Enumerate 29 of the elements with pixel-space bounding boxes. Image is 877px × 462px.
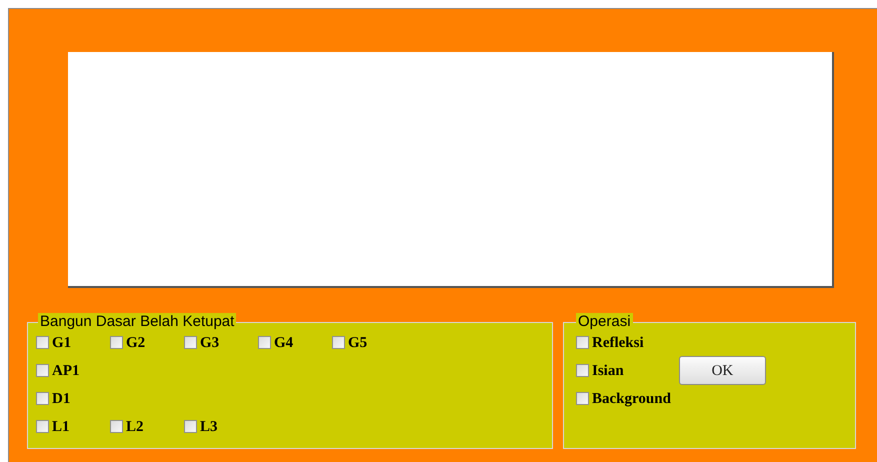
checkbox-option[interactable]: G2 — [110, 334, 184, 352]
checkbox[interactable] — [184, 420, 197, 434]
checkbox-option[interactable]: G3 — [184, 334, 258, 352]
checkbox[interactable] — [36, 364, 49, 378]
checkbox[interactable] — [576, 336, 589, 350]
checkbox-option[interactable]: G4 — [258, 334, 332, 352]
checkbox-option[interactable]: AP1 — [36, 362, 110, 380]
checkbox-option[interactable]: L2 — [110, 418, 184, 436]
checkbox-option[interactable]: D1 — [36, 390, 110, 408]
checkbox[interactable] — [258, 336, 271, 350]
checkbox-option[interactable]: G5 — [332, 334, 406, 352]
checkbox-option[interactable]: G1 — [36, 334, 110, 352]
checkbox-option[interactable]: L3 — [184, 418, 258, 436]
group-title: Operasi — [576, 313, 633, 332]
checkbox[interactable] — [332, 336, 345, 350]
checkbox[interactable] — [36, 420, 49, 434]
checkbox-option[interactable]: Isian — [576, 362, 671, 380]
checkbox-option[interactable]: L1 — [36, 418, 110, 436]
checkbox[interactable] — [110, 336, 123, 350]
checkbox-option[interactable]: Refleksi — [576, 334, 671, 352]
checkbox[interactable] — [36, 336, 49, 350]
group-title: Bangun Dasar Belah Ketupat — [38, 313, 236, 332]
checkbox[interactable] — [184, 336, 197, 350]
checkbox-option[interactable]: Background — [576, 390, 671, 408]
checkbox[interactable] — [576, 392, 589, 406]
checkbox[interactable] — [576, 364, 589, 378]
checkbox[interactable] — [110, 420, 123, 434]
checkbox[interactable] — [36, 392, 49, 406]
ok-button[interactable]: OK — [678, 356, 766, 386]
